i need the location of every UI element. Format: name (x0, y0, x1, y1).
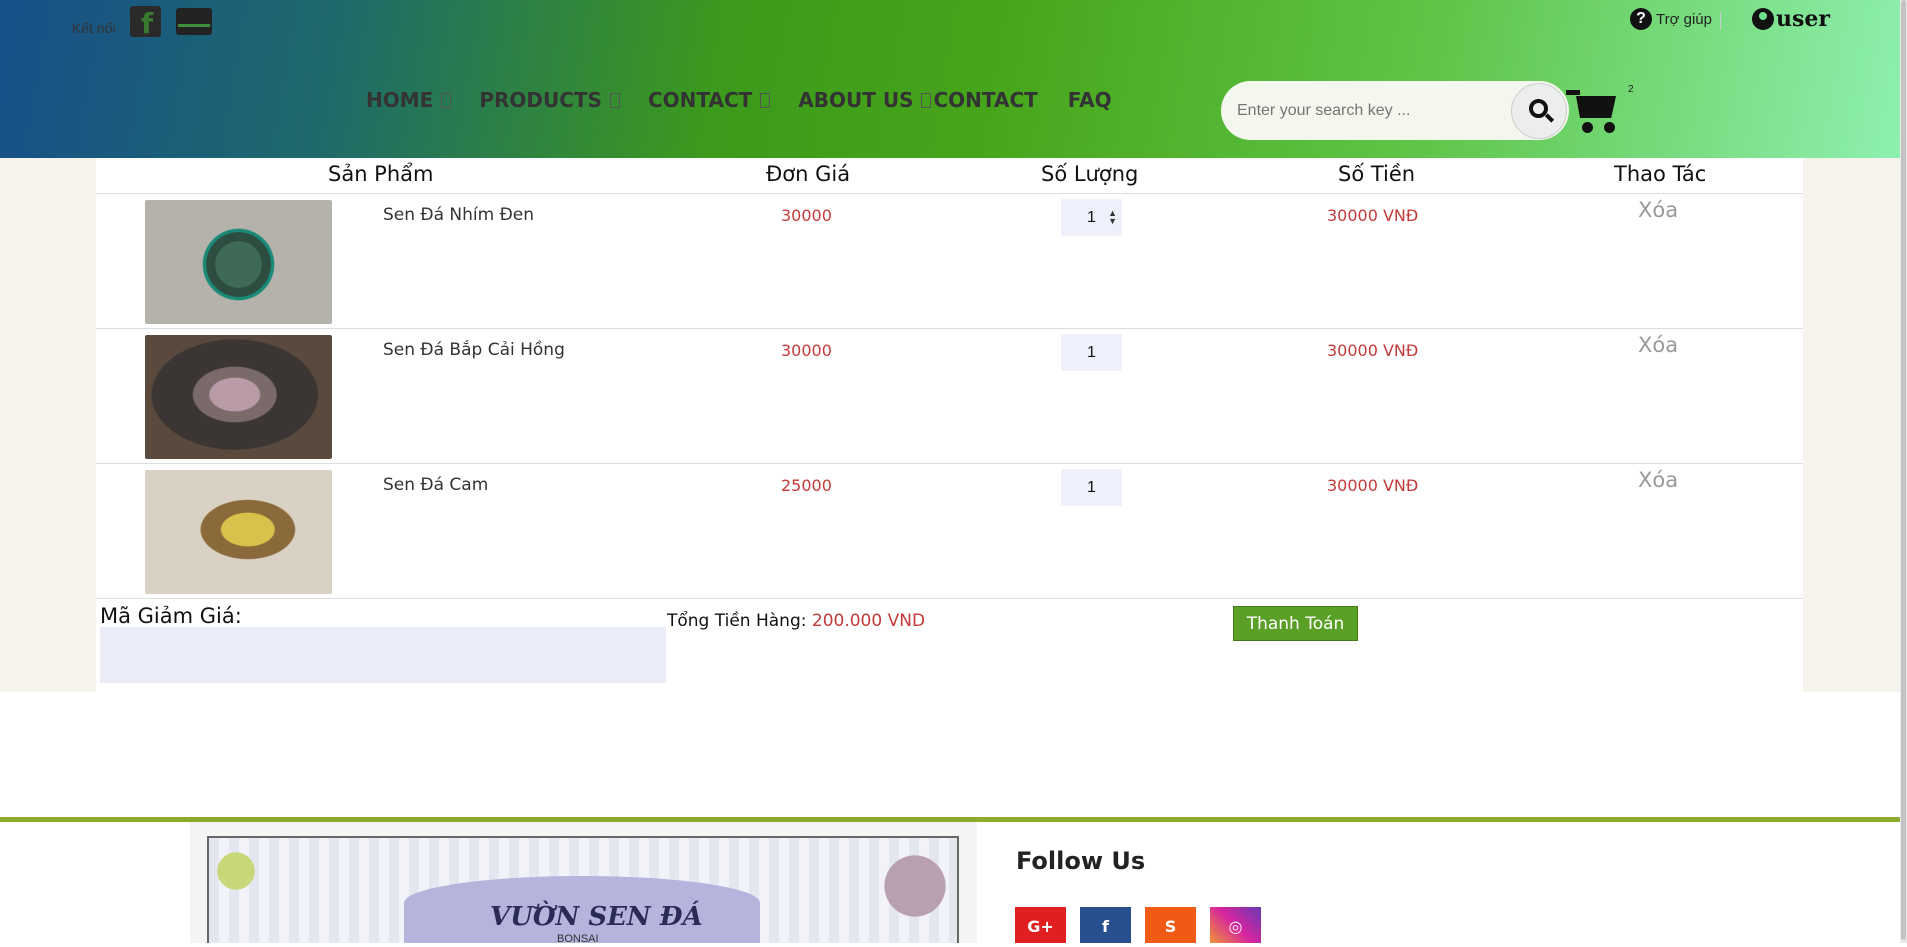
order-total: Tổng Tiền Hàng: 200.000 VND (667, 611, 925, 631)
cart-icon (1576, 96, 1616, 118)
delete-link[interactable]: Xóa (1638, 468, 1678, 492)
nav-about-us[interactable]: ABOUT US (798, 88, 932, 112)
header-product: Sản Phẩm (328, 162, 434, 186)
nav-products[interactable]: PRODUCTS (479, 88, 620, 112)
facebook-icon[interactable]: f (1080, 907, 1131, 943)
row-divider (96, 598, 1803, 599)
cart-button[interactable] (1566, 86, 1622, 136)
help-link[interactable]: ? Trợ giúp (1630, 8, 1712, 30)
header-unit-price: Đơn Giá (766, 162, 851, 186)
search-input[interactable] (1237, 99, 1497, 123)
row-divider (96, 463, 1803, 464)
nav-contact[interactable]: CONTACT (648, 88, 771, 112)
flower-decoration (870, 836, 960, 936)
header-action: Thao Tác (1614, 162, 1707, 186)
help-label: Trợ giúp (1656, 10, 1712, 28)
caret-icon (609, 92, 620, 108)
discount-label: Mã Giảm Giá: (100, 604, 242, 628)
divider (1720, 12, 1721, 30)
discount-code-input[interactable] (100, 627, 666, 683)
leaf-decoration (206, 836, 266, 906)
quantity-input[interactable]: 1 (1061, 469, 1122, 506)
row-divider (96, 328, 1803, 329)
nav-faq[interactable]: FAQ (1068, 88, 1112, 112)
page-margin-right (1803, 158, 1900, 692)
product-name[interactable]: Sen Đá Cam (383, 475, 488, 495)
user-menu[interactable]: user (1752, 6, 1830, 32)
banner-logo-title: VƯỜN SEN ĐÁ (490, 902, 703, 932)
unit-price: 30000 (781, 206, 832, 225)
caret-icon (441, 92, 452, 108)
instagram-icon[interactable]: ◎ (1210, 907, 1261, 943)
product-image[interactable] (145, 200, 332, 324)
row-amount: 30000 VNĐ (1327, 341, 1419, 360)
caret-icon (760, 92, 771, 108)
facebook-icon[interactable]: f (130, 6, 161, 40)
nav-contact-2[interactable]: CONTACT (933, 88, 1037, 112)
header-amount: Số Tiền (1338, 162, 1416, 186)
delete-link[interactable]: Xóa (1638, 198, 1678, 222)
mail-icon[interactable] (176, 8, 212, 35)
delete-link[interactable]: Xóa (1638, 333, 1678, 357)
quantity-input[interactable]: 1 (1061, 334, 1122, 371)
banner-logo-subtitle: BONSAI (557, 933, 599, 945)
row-amount: 30000 VNĐ (1327, 476, 1419, 495)
row-divider (96, 193, 1803, 194)
product-image[interactable] (145, 335, 332, 459)
quantity-stepper[interactable]: 1 ▲ ▼ (1061, 199, 1122, 236)
header-quantity: Số Lượng (1041, 162, 1139, 186)
product-image[interactable] (145, 470, 332, 594)
nav-home[interactable]: HOME (366, 88, 452, 112)
scrollbar-thumb[interactable] (1901, 0, 1906, 940)
cart-count-badge: 2 (1628, 84, 1634, 95)
user-label: user (1776, 6, 1830, 32)
search-button[interactable] (1511, 83, 1567, 139)
unit-price: 25000 (781, 476, 832, 495)
total-label: Tổng Tiền Hàng: (667, 611, 807, 631)
question-icon: ? (1630, 8, 1652, 30)
total-value: 200.000 VND (811, 611, 926, 631)
product-name[interactable]: Sen Đá Nhím Đen (383, 205, 534, 225)
cart-table (96, 158, 1803, 692)
unit-price: 30000 (781, 341, 832, 360)
user-icon (1752, 8, 1774, 30)
checkout-button[interactable]: Thanh Toán (1233, 606, 1358, 641)
follow-us-title: Follow Us (1016, 847, 1146, 875)
page-margin-left (0, 158, 96, 692)
shopee-icon[interactable]: S (1145, 907, 1196, 943)
row-amount: 30000 VNĐ (1327, 206, 1419, 225)
scrollbar[interactable] (1900, 0, 1907, 943)
caret-icon (921, 92, 932, 108)
connect-label: Kết nối (72, 20, 116, 36)
product-name[interactable]: Sen Đá Bắp Cải Hồng (383, 340, 565, 360)
google-plus-icon[interactable]: G+ (1015, 907, 1066, 943)
stepper-arrows-icon[interactable]: ▲ ▼ (1108, 209, 1117, 226)
main-nav: HOME PRODUCTS CONTACT ABOUT US CONTACT F… (366, 88, 1140, 112)
